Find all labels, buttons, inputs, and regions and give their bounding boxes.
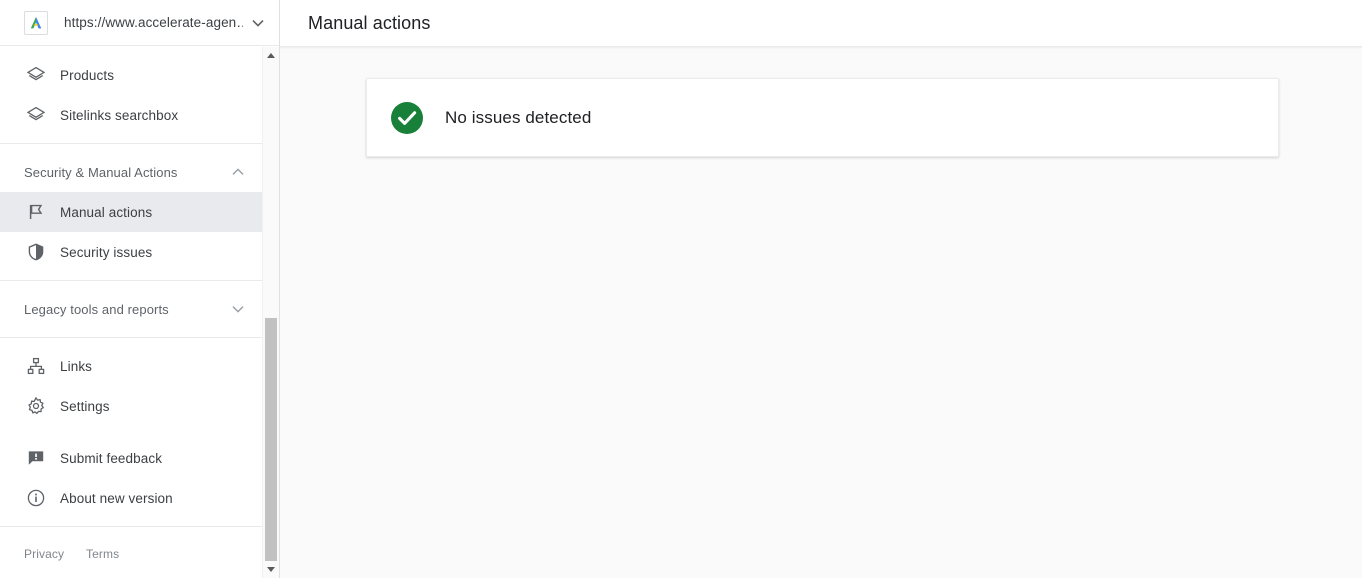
page-body: No issues detected <box>280 47 1362 578</box>
status-message: No issues detected <box>445 107 592 127</box>
site-logo-icon <box>24 10 48 35</box>
layers-icon <box>24 63 48 87</box>
sidebar-item-settings[interactable]: Settings <box>0 386 263 426</box>
sidebar-item-label: Settings <box>60 398 110 414</box>
account-tree-icon <box>24 354 48 378</box>
sidebar-item-sitelinks-searchbox[interactable]: Sitelinks searchbox <box>0 95 263 135</box>
sidebar-item-products[interactable]: Products <box>0 55 263 95</box>
status-card: No issues detected <box>366 78 1279 157</box>
sidebar-item-label: Security issues <box>60 244 153 260</box>
scroll-up-arrow-icon[interactable] <box>263 47 279 64</box>
google-search-console-app: https://www.accelerate-agen… Products Si… <box>0 0 1362 578</box>
sidebar-item-security-issues[interactable]: Security issues <box>0 232 263 272</box>
sidebar-footer-links: Privacy Terms <box>0 535 263 573</box>
nav-divider <box>0 337 263 338</box>
sidebar-group-security-and-manual-actions[interactable]: Security & Manual Actions <box>0 152 263 192</box>
gear-icon <box>24 394 48 418</box>
scroll-down-arrow-icon[interactable] <box>263 561 279 578</box>
page-title: Manual actions <box>308 12 431 33</box>
chevron-down-icon[interactable] <box>247 19 269 27</box>
privacy-link[interactable]: Privacy <box>24 547 64 561</box>
sidebar-item-label: Products <box>60 67 115 83</box>
layers-icon <box>24 103 48 127</box>
sidebar-item-label: Submit feedback <box>60 450 163 466</box>
sidebar-item-label: About new version <box>60 490 173 506</box>
page-header: Manual actions <box>280 0 1362 47</box>
shield-icon <box>24 240 48 264</box>
nav-divider <box>0 280 263 281</box>
scrollbar-thumb[interactable] <box>265 318 277 564</box>
terms-link[interactable]: Terms <box>86 547 119 561</box>
sidebar-item-links[interactable]: Links <box>0 346 263 386</box>
feedback-icon <box>24 446 48 470</box>
sidebar-item-label: Links <box>60 358 93 374</box>
sidebar-item-manual-actions[interactable]: Manual actions <box>0 192 263 232</box>
chevron-up-icon[interactable] <box>229 168 247 176</box>
sidebar-group-label: Legacy tools and reports <box>24 301 169 317</box>
flag-icon <box>24 200 48 224</box>
nav-divider <box>0 526 263 527</box>
nav-divider <box>0 143 263 144</box>
sidebar-scrollbar[interactable] <box>262 47 279 578</box>
sidebar-nav: Products Sitelinks searchbox Security & … <box>0 47 263 578</box>
sidebar-item-label: Sitelinks searchbox <box>60 107 179 123</box>
sidebar-group-legacy-tools-and-reports[interactable]: Legacy tools and reports <box>0 289 263 329</box>
sidebar-item-about-new-version[interactable]: About new version <box>0 478 263 518</box>
property-selector[interactable]: https://www.accelerate-agen… <box>0 0 279 46</box>
nav-top-spacer <box>0 47 263 55</box>
main-content: Manual actions No issues detected <box>280 0 1362 578</box>
check-circle-icon <box>389 100 425 136</box>
property-url-label: https://www.accelerate-agen… <box>64 15 243 30</box>
sidebar-item-label: Manual actions <box>60 204 153 220</box>
sidebar-group-label: Security & Manual Actions <box>24 164 178 180</box>
chevron-down-icon[interactable] <box>229 305 247 313</box>
info-icon <box>24 486 48 510</box>
sidebar-item-submit-feedback[interactable]: Submit feedback <box>0 438 263 478</box>
sidebar: https://www.accelerate-agen… Products Si… <box>0 0 280 578</box>
